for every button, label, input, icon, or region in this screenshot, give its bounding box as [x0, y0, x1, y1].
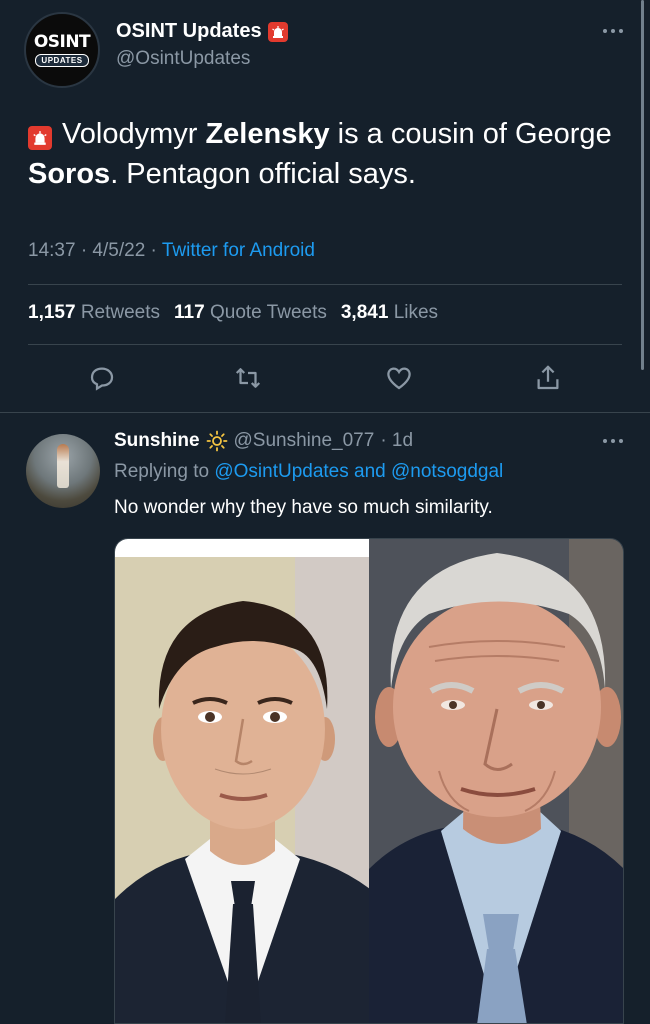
photo-left-portrait — [115, 539, 369, 1023]
tweet-stats: 1,157 Retweets 117 Quote Tweets 3,841 Like… — [28, 302, 438, 324]
replying-prefix: Replying to — [114, 461, 215, 482]
quotes-label: Quote Tweets — [209, 302, 327, 323]
reply-timestamp[interactable]: · 1d — [380, 430, 413, 452]
tweet-timestamp[interactable]: 14:37 · 4/5/22 · — [28, 240, 162, 261]
tweet-meta: 14:37 · 4/5/22 · Twitter for Android — [28, 240, 315, 262]
divider — [28, 284, 622, 285]
quotes-stat[interactable]: 117 Quote Tweets — [174, 302, 327, 323]
tweet-text-bold: Zelensky — [205, 118, 330, 150]
tweet-source-link[interactable]: Twitter for Android — [162, 240, 315, 261]
siren-icon — [28, 126, 52, 150]
replying-and: and — [348, 461, 392, 482]
mention-link[interactable]: @OsintUpdates — [214, 461, 348, 482]
sun-icon — [206, 430, 228, 452]
tweet-text-part: . Pentagon official says. — [110, 158, 416, 190]
siren-icon — [267, 21, 288, 42]
reply-header: Sunshine @Sunshine_077 · 1d — [114, 430, 413, 452]
tweet-text-part: Volodymyr — [62, 118, 206, 150]
retweets-count: 1,157 — [28, 302, 76, 323]
tweet-text: Volodymyr Zelensky is a cousin of George… — [28, 114, 618, 194]
tweet-text-bold: Soros — [28, 158, 111, 190]
mention-link[interactable]: @notsogdgal — [391, 461, 503, 482]
photo-right-portrait — [369, 539, 623, 1023]
replying-to: Replying to @OsintUpdates and @notsogdga… — [114, 461, 503, 483]
likes-label: Likes — [393, 302, 439, 323]
tweet-text-part: is a cousin of George — [329, 118, 612, 150]
avatar-logo-text: OSINT — [33, 32, 91, 52]
retweet-icon[interactable] — [230, 360, 266, 396]
tweet-actions — [0, 360, 650, 400]
section-divider — [0, 412, 650, 413]
reply-text: No wonder why they have so much similari… — [114, 497, 493, 518]
quotes-count: 117 — [174, 302, 205, 323]
author-handle[interactable]: @OsintUpdates — [116, 48, 250, 70]
retweets-stat[interactable]: 1,157 Retweets — [28, 302, 160, 323]
likes-count: 3,841 — [340, 302, 389, 323]
reply-author-avatar[interactable] — [26, 434, 100, 508]
more-options-icon[interactable] — [602, 428, 624, 449]
avatar-logo-subtext: UPDATES — [35, 54, 89, 67]
author-name-row[interactable]: OSINT Updates — [116, 20, 288, 43]
main-tweet: OSINT UPDATES OSINT Updates @OsintUpdate… — [0, 0, 650, 412]
share-icon[interactable] — [530, 360, 566, 396]
retweets-label: Retweets — [80, 302, 161, 323]
reply-author-name[interactable]: Sunshine — [114, 430, 200, 452]
like-icon[interactable] — [381, 360, 417, 396]
reply-author-handle[interactable]: @Sunshine_077 — [234, 430, 375, 452]
more-options-icon[interactable] — [602, 18, 624, 39]
divider — [28, 344, 622, 345]
author-avatar[interactable]: OSINT UPDATES — [24, 12, 100, 88]
author-name[interactable]: OSINT Updates — [116, 20, 262, 43]
likes-stat[interactable]: 3,841 Likes — [341, 302, 438, 323]
reply-photo[interactable] — [114, 538, 624, 1024]
reply-icon[interactable] — [84, 360, 120, 396]
avatar-figure — [57, 444, 69, 488]
